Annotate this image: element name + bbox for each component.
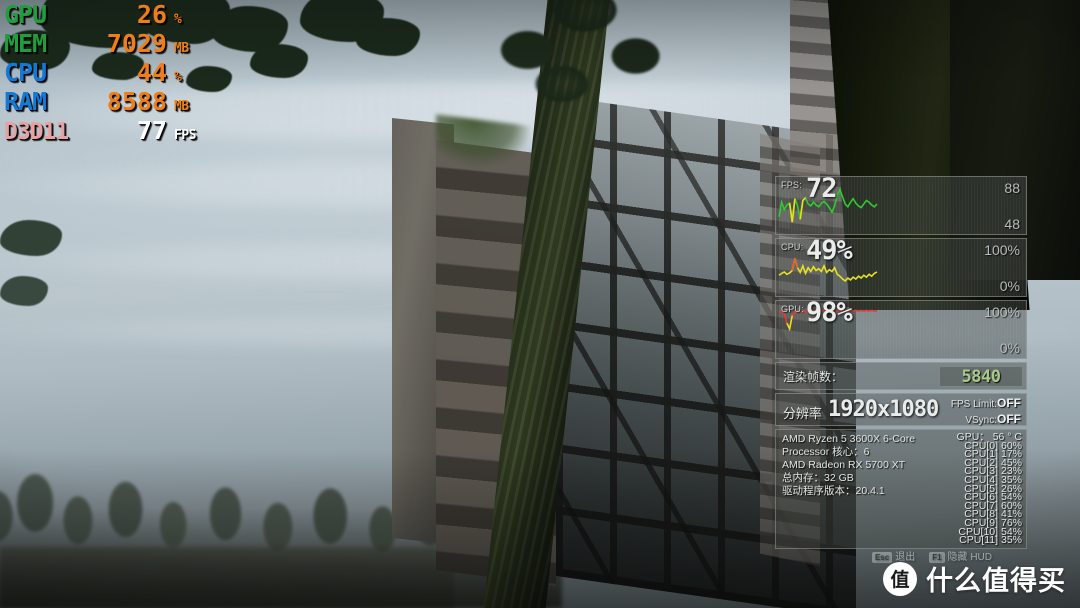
rtss-value-mem: 7029	[106, 29, 167, 58]
rtss-label-mem: MEM	[4, 29, 47, 58]
gpu-graph-panel: GPU: 98% 100% 0%	[775, 300, 1027, 359]
gpu-graph-value: 98%	[806, 300, 853, 328]
cpu-graph-min: 0%	[999, 278, 1020, 294]
fps-graph-value: 72	[806, 176, 838, 204]
resolution-label: 分辨率	[783, 406, 823, 421]
cpu-graph-max: 100%	[984, 242, 1020, 258]
cpu-model-line1: AMD Ryzen 5 3600X 6-Core	[782, 433, 916, 445]
rtss-unit-ram: MB	[174, 99, 189, 114]
game-screenshot: GPU 26 % MEM 7029 MB CPU 44 % RAM 8588 M…	[0, 0, 1080, 608]
rtss-label-gpu: GPU	[4, 0, 47, 29]
foreground-leaf	[0, 220, 62, 256]
rtss-row-api: D3D11 77 FPS	[4, 118, 214, 147]
system-info-left: AMD Ryzen 5 3600X 6-Core Processor 核心：6 …	[782, 433, 915, 545]
system-info-right: GPU： 56 ° C CPU[0] 60% CPU[1] 17% CPU[2]…	[957, 432, 1022, 547]
fps-limit-row: FPS Limit:OFF	[951, 396, 1021, 412]
cpu-model-line2: Processor 核心：6	[782, 446, 870, 458]
rtss-unit-fps: FPS	[174, 128, 196, 143]
rtss-value-gpu: 26	[136, 0, 167, 29]
total-memory: 总内存：32 GB	[782, 472, 854, 484]
rtss-label-ram: RAM	[4, 87, 47, 116]
vsync-row: VSync:OFF	[951, 412, 1021, 428]
rtss-row-mem: MEM 7029 MB	[4, 31, 214, 60]
rtss-value-fps: 77	[136, 116, 167, 145]
afterburner-osd-panel: FPS: 72 88 48 CPU: 49% 100% 0% GPU: 98%	[775, 176, 1027, 549]
rtss-label-api: D3D11	[4, 119, 69, 145]
resolution-panel: 分辨率 1920x1080 FPS Limit:OFF VSync:OFF	[775, 393, 1027, 426]
vsync-label: VSync:	[965, 415, 997, 426]
fps-graph-panel: FPS: 72 88 48	[775, 176, 1027, 235]
cpu-core-11: CPU[11] 35%	[959, 534, 1022, 547]
rtss-overlay: GPU 26 % MEM 7029 MB CPU 44 % RAM 8588 M…	[4, 2, 214, 147]
cpu-graph-label: CPU:	[781, 242, 804, 252]
fps-limit-value: OFF	[997, 396, 1021, 410]
fps-graph-label: FPS:	[781, 180, 802, 190]
rtss-unit-mem: MB	[174, 41, 189, 56]
watermark: 值 什么值得买	[883, 559, 1066, 598]
system-info-panel: AMD Ryzen 5 3600X 6-Core Processor 核心：6 …	[775, 429, 1027, 549]
resolution-value: 1920x1080	[828, 397, 939, 422]
foreground-leaf	[0, 276, 48, 306]
rtss-row-gpu: GPU 26 %	[4, 2, 214, 31]
rtss-row-ram: RAM 8588 MB	[4, 89, 214, 118]
fps-graph-max: 88	[1004, 180, 1020, 196]
rtss-value-ram: 8588	[106, 87, 167, 116]
vsync-value: OFF	[997, 412, 1021, 426]
render-frames-box: 5840	[939, 366, 1023, 387]
gpu-graph-min: 0%	[999, 340, 1020, 356]
render-frames-value: 5840	[961, 366, 1001, 387]
rtss-unit-cpu: %	[174, 70, 182, 85]
fps-graph-min: 48	[1004, 216, 1020, 232]
rtss-value-cpu: 44	[136, 58, 167, 87]
rtss-unit-gpu: %	[174, 12, 182, 27]
gpu-graph-label: GPU:	[781, 304, 804, 314]
smzdm-logo-icon: 值	[883, 561, 917, 596]
render-frames-panel: 渲染帧数： 5840	[775, 362, 1027, 390]
gpu-model: AMD Radeon RX 5700 XT	[782, 459, 906, 471]
rtss-row-cpu: CPU 44 %	[4, 60, 214, 89]
cpu-graph-value: 49%	[806, 238, 853, 266]
watermark-text: 什么值得买	[926, 566, 1066, 597]
fps-limit-label: FPS Limit:	[950, 399, 997, 410]
gpu-graph-max: 100%	[984, 304, 1020, 320]
driver-version: 驱动程序版本：20.4.1	[782, 485, 885, 497]
cpu-graph-panel: CPU: 49% 100% 0%	[775, 238, 1027, 297]
rtss-label-cpu: CPU	[4, 58, 47, 87]
render-frames-label: 渲染帧数：	[783, 369, 844, 384]
sync-settings: FPS Limit:OFF VSync:OFF	[951, 396, 1021, 428]
